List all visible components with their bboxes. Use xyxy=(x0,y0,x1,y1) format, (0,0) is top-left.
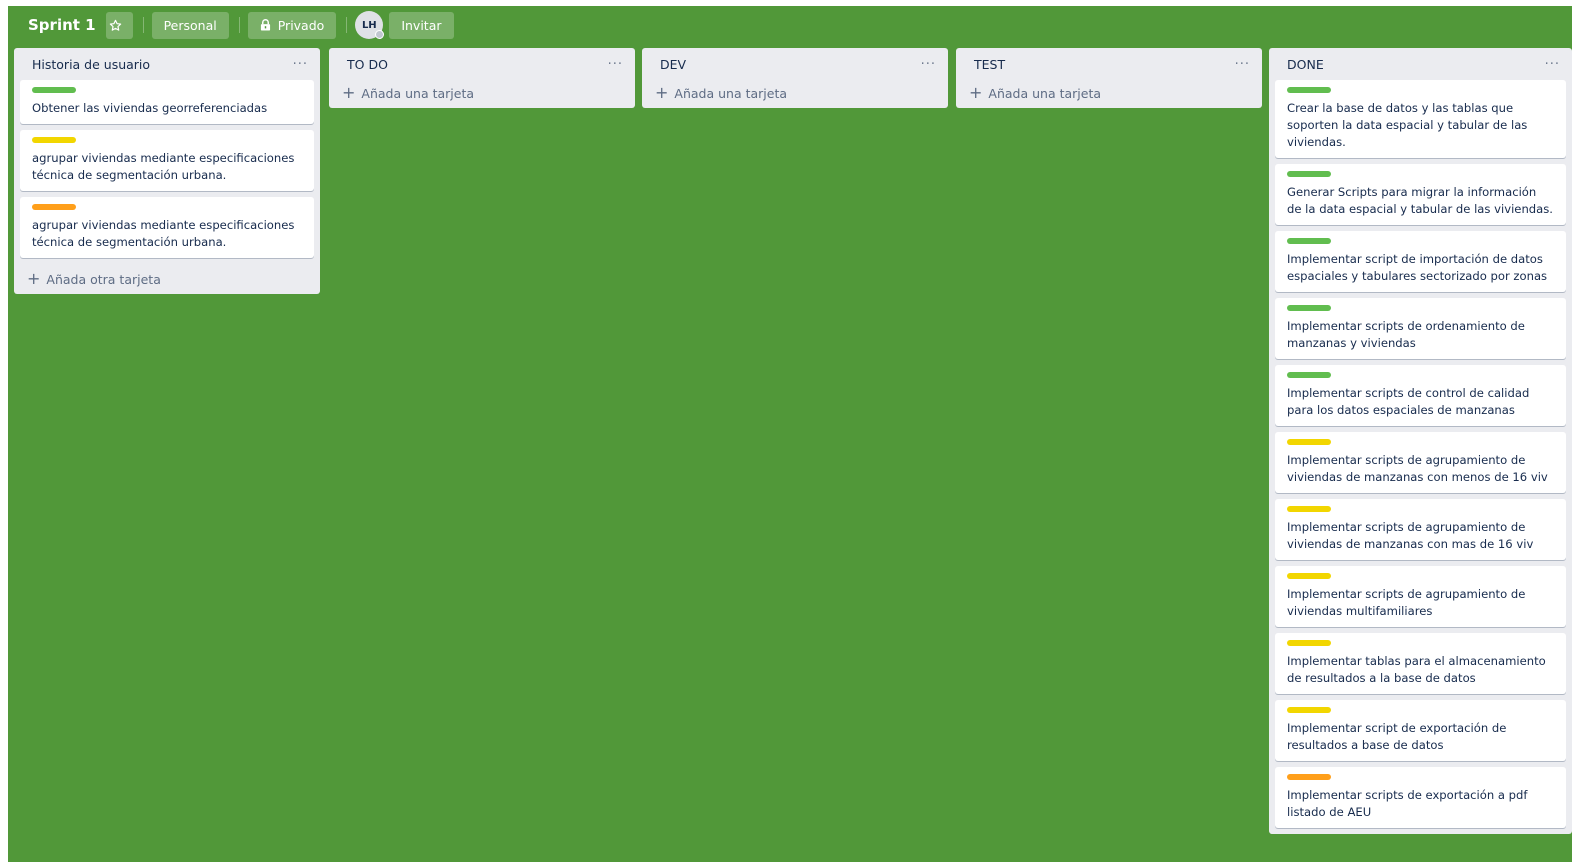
card-label-yellow[interactable] xyxy=(1287,439,1331,445)
card-label-green[interactable] xyxy=(1287,372,1331,378)
plus-icon: + xyxy=(342,83,356,102)
star-button[interactable] xyxy=(105,11,133,39)
card[interactable]: agrupar viviendas mediante especificacio… xyxy=(20,197,314,258)
add-card-label: Añada una tarjeta xyxy=(988,85,1102,101)
list-menu-icon[interactable]: ··· xyxy=(921,57,936,72)
list-title[interactable]: DONE xyxy=(1287,57,1324,72)
card[interactable]: Implementar script de importación de dat… xyxy=(1275,231,1566,292)
list-header: Historia de usuario ··· xyxy=(14,48,320,80)
board-title[interactable]: Sprint 1 xyxy=(28,16,96,34)
header-divider xyxy=(346,17,348,33)
card[interactable]: Implementar scripts de agrupamiento de v… xyxy=(1275,499,1566,560)
board-canvas: Sprint 1 Personal Privado LH Invitar His… xyxy=(8,6,1572,862)
star-icon xyxy=(109,19,122,31)
list-menu-icon[interactable]: ··· xyxy=(1235,57,1250,72)
card[interactable]: Implementar scripts de exportación a pdf… xyxy=(1275,767,1566,828)
card-list: Crear la base de datos y las tablas que … xyxy=(1269,80,1572,834)
card-label-orange[interactable] xyxy=(32,204,76,210)
card-label-yellow[interactable] xyxy=(32,137,76,143)
lock-icon xyxy=(260,19,270,31)
card-title: agrupar viviendas mediante especificacio… xyxy=(32,218,295,249)
card-label-green[interactable] xyxy=(1287,238,1331,244)
add-card-button[interactable]: + Añada una tarjeta xyxy=(956,78,1262,108)
header-divider xyxy=(142,17,144,33)
card[interactable]: Implementar scripts de ordenamiento de m… xyxy=(1275,298,1566,359)
list-done: DONE ··· Crear la base de datos y las tabl… xyxy=(1269,48,1572,834)
list-menu-icon[interactable]: ··· xyxy=(608,57,623,72)
team-button[interactable]: Personal xyxy=(151,11,229,39)
list-historia-de-usuario: Historia de usuario ··· Obtener las vivien… xyxy=(14,48,320,294)
card-title: Implementar scripts de agrupamiento de v… xyxy=(1287,520,1534,551)
visibility-label: Privado xyxy=(277,17,325,33)
card-title: Implementar scripts de agrupamiento de v… xyxy=(1287,587,1526,618)
card-label-yellow[interactable] xyxy=(1287,573,1331,579)
card-title: Implementar script de exportación de res… xyxy=(1287,721,1507,752)
card-label-green[interactable] xyxy=(1287,171,1331,177)
list-header: TO DO ··· xyxy=(329,48,635,80)
visibility-button[interactable]: Privado xyxy=(247,11,337,39)
add-card-label: Añada otra tarjeta xyxy=(46,271,161,287)
card-label-yellow[interactable] xyxy=(1287,506,1331,512)
list-header: TEST ··· xyxy=(956,48,1262,80)
card-label-orange[interactable] xyxy=(1287,774,1331,780)
list-title[interactable]: TO DO xyxy=(347,57,388,72)
add-card-button[interactable]: + Añada una tarjeta xyxy=(642,78,948,108)
list-header: DEV ··· xyxy=(642,48,948,80)
list-test: TEST ··· + Añada una tarjeta xyxy=(956,48,1262,108)
header-divider xyxy=(238,17,240,33)
avatar-status-dot xyxy=(375,30,385,39)
list-header: DONE ··· xyxy=(1269,48,1572,80)
card-title: agrupar viviendas mediante especificacio… xyxy=(32,151,295,182)
card-title: Crear la base de datos y las tablas que … xyxy=(1287,101,1528,149)
plus-icon: + xyxy=(969,83,983,102)
card-label-yellow[interactable] xyxy=(1287,640,1331,646)
card[interactable]: Implementar scripts de control de calida… xyxy=(1275,365,1566,426)
card-title: Implementar scripts de control de calida… xyxy=(1287,386,1530,417)
card[interactable]: Generar Scripts para migrar la informaci… xyxy=(1275,164,1566,225)
list-title[interactable]: TEST xyxy=(974,57,1005,72)
list-menu-icon[interactable]: ··· xyxy=(1545,57,1560,72)
card-title: Implementar script de importación de dat… xyxy=(1287,252,1548,283)
card-title: Implementar scripts de exportación a pdf… xyxy=(1287,788,1528,819)
card-title: Implementar tablas para el almacenamient… xyxy=(1287,654,1546,685)
card[interactable]: Crear la base de datos y las tablas que … xyxy=(1275,80,1566,158)
add-card-button[interactable]: + Añada una tarjeta xyxy=(329,78,635,108)
card-title: Implementar scripts de ordenamiento de m… xyxy=(1287,319,1525,350)
plus-icon: + xyxy=(27,269,41,288)
list-dev: DEV ··· + Añada una tarjeta xyxy=(642,48,948,108)
card[interactable]: Implementar tablas para el almacenamient… xyxy=(1275,633,1566,694)
card-label-green[interactable] xyxy=(1287,87,1331,93)
card[interactable]: Implementar scripts de agrupamiento de v… xyxy=(1275,432,1566,493)
card-label-green[interactable] xyxy=(1287,305,1331,311)
list-to-do: TO DO ··· + Añada una tarjeta xyxy=(329,48,635,108)
card[interactable]: Implementar script de exportación de res… xyxy=(1275,700,1566,761)
card-list: Obtener las viviendas georreferenciadas a… xyxy=(14,80,320,264)
card-title: Implementar scripts de agrupamiento de v… xyxy=(1287,453,1548,484)
card[interactable]: Obtener las viviendas georreferenciadas xyxy=(20,80,314,124)
card-label-yellow[interactable] xyxy=(1287,707,1331,713)
add-card-label: Añada una tarjeta xyxy=(674,85,788,101)
add-card-button[interactable]: + Añada otra tarjeta xyxy=(14,264,320,294)
card[interactable]: Implementar scripts de agrupamiento de v… xyxy=(1275,566,1566,627)
add-card-label: Añada una tarjeta xyxy=(361,85,475,101)
member-avatar[interactable]: LH xyxy=(355,11,385,39)
list-menu-icon[interactable]: ··· xyxy=(293,57,308,72)
card[interactable]: agrupar viviendas mediante especificacio… xyxy=(20,130,314,191)
list-title[interactable]: Historia de usuario xyxy=(32,57,150,72)
plus-icon: + xyxy=(655,83,669,102)
board-header: Sprint 1 Personal Privado LH Invitar xyxy=(8,6,1572,44)
list-title[interactable]: DEV xyxy=(660,57,686,72)
avatar-initials: LH xyxy=(361,19,377,31)
card-label-green[interactable] xyxy=(32,87,76,93)
card-title: Generar Scripts para migrar la informaci… xyxy=(1287,185,1553,216)
invite-button[interactable]: Invitar xyxy=(389,11,454,39)
card-title: Obtener las viviendas georreferenciadas xyxy=(32,101,268,115)
